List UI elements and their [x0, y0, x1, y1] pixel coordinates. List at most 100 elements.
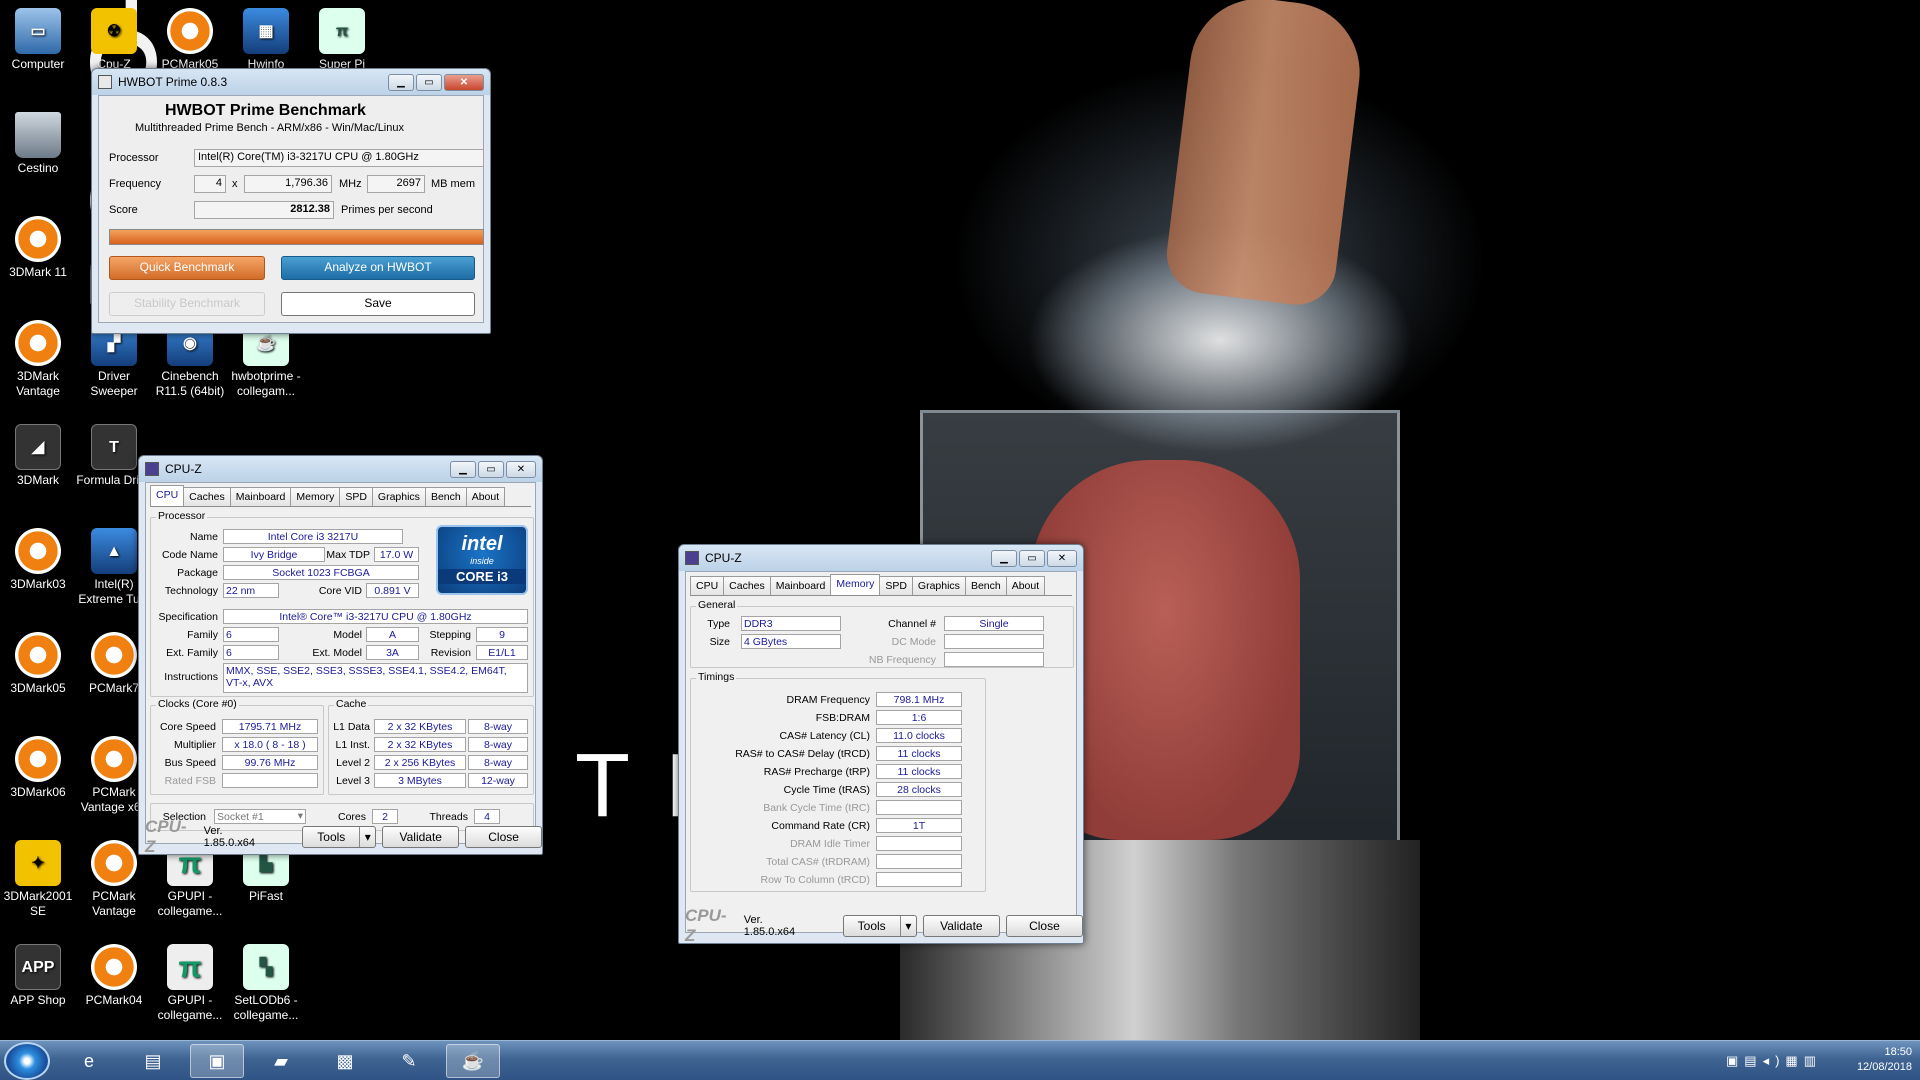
close-button[interactable]: ✕: [506, 460, 536, 478]
desktop-icon[interactable]: ✦ 3DMark2001 SE: [0, 840, 76, 919]
cpuz-version: Ver. 1.85.0.x64: [203, 825, 255, 849]
desktop-icon[interactable]: 3DMark06: [0, 736, 76, 800]
tools-button[interactable]: Tools ▾: [302, 826, 377, 848]
model-label: Model: [333, 629, 362, 641]
stability-benchmark-button[interactable]: Stability Benchmark: [109, 292, 265, 316]
analyze-hwbot-button[interactable]: Analyze on HWBOT: [281, 256, 475, 280]
cpuz-cpu-title: CPU-Z: [165, 462, 202, 476]
codename-field: Ivy Bridge: [223, 547, 325, 562]
desktop-icon[interactable]: Cestino: [0, 112, 76, 176]
java-taskbar-icon[interactable]: ☕: [446, 1044, 500, 1078]
tab-caches[interactable]: Caches: [723, 576, 771, 595]
hwbot-prime-window: HWBOT Prime 0.8.3 ▁ ▭ ✕ HWBOT Prime Benc…: [91, 68, 491, 334]
tab-graphics[interactable]: Graphics: [371, 487, 426, 506]
cpuz-memory-title: CPU-Z: [705, 551, 742, 565]
timing-label: Cycle Time (tRAS): [783, 784, 870, 796]
level2-ways: 8-way: [468, 755, 528, 770]
tab-bench[interactable]: Bench: [964, 576, 1007, 595]
close-app-button[interactable]: Close: [465, 826, 543, 848]
desktop-icon[interactable]: 3DMark05: [0, 632, 76, 696]
computer-icon: ▭: [15, 8, 61, 54]
hwbot-app-icon: [98, 75, 112, 89]
cpuz-taskbar-icon[interactable]: ▣: [190, 1044, 244, 1078]
desktop-icon[interactable]: ◢ 3DMark: [0, 424, 76, 488]
setlod-icon: ▚: [243, 944, 289, 990]
internet-explorer-icon[interactable]: e: [62, 1044, 116, 1078]
dropdown-arrow-icon[interactable]: ▾: [899, 916, 916, 936]
close-app-button[interactable]: Close: [1005, 915, 1083, 937]
multiplier-field: x 18.0 ( 8 - 18 ): [222, 737, 318, 752]
desktop-icon-label: PiFast: [248, 889, 283, 903]
gpuz-icon[interactable]: ▰: [254, 1044, 308, 1078]
minimize-button[interactable]: ▁: [388, 73, 414, 91]
desktop-icon[interactable]: ▚ SetLODb6 - collegame...: [228, 944, 304, 1023]
tdp-field: 17.0 W: [374, 547, 419, 562]
tab-caches[interactable]: Caches: [183, 487, 231, 506]
save-button[interactable]: Save: [281, 292, 475, 316]
maximize-button[interactable]: ▭: [1019, 549, 1045, 567]
close-button[interactable]: ✕: [1047, 549, 1077, 567]
quick-benchmark-button[interactable]: Quick Benchmark: [109, 256, 265, 280]
intel-core-i3-badge: intel inside CORE i3: [436, 525, 528, 595]
cpuz-cpu-window: CPU-Z ▁ ▭ ✕ CPU Caches Mainboard Memory SPD G…: [138, 455, 543, 856]
threads-field: 4: [474, 809, 500, 824]
tray-icons[interactable]: ▣▤◂)▦▥: [1726, 1053, 1822, 1068]
tab-mainboard[interactable]: Mainboard: [769, 576, 832, 595]
paint-icon[interactable]: ✎: [382, 1044, 436, 1078]
tab-about[interactable]: About: [465, 487, 506, 506]
tab-spd[interactable]: SPD: [879, 576, 913, 595]
timing-label: Row To Column (tRCD): [760, 874, 871, 886]
chevron-down-icon[interactable]: ▾: [298, 810, 303, 822]
validate-button[interactable]: Validate: [922, 915, 1000, 937]
minimize-button[interactable]: ▁: [991, 549, 1017, 567]
desktop-icon[interactable]: π GPUPI - collegame...: [152, 944, 228, 1023]
mhz-unit: MHz: [339, 178, 362, 190]
desktop-icon[interactable]: π Super Pi: [304, 8, 380, 72]
tab-mainboard[interactable]: Mainboard: [229, 487, 292, 506]
cpuz-cpu-titlebar[interactable]: CPU-Z ▁ ▭ ✕: [139, 456, 542, 482]
times-label: x: [232, 178, 238, 190]
tab-about[interactable]: About: [1005, 576, 1046, 595]
tab-spd[interactable]: SPD: [339, 487, 373, 506]
tab-graphics[interactable]: Graphics: [911, 576, 966, 595]
l1data-field: 2 x 32 KBytes: [374, 719, 466, 734]
desktop-icon[interactable]: APP APP Shop: [0, 944, 76, 1008]
desktop-icon[interactable]: ☢ Cpu-Z: [76, 8, 152, 72]
desktop-icon-label: 3DMark03: [10, 577, 66, 591]
desktop-icon[interactable]: ▭ Computer: [0, 8, 76, 72]
validate-button[interactable]: Validate: [382, 826, 460, 848]
threads-field: 4: [194, 175, 226, 193]
maximize-button[interactable]: ▭: [416, 73, 442, 91]
cpuz-memory-titlebar[interactable]: CPU-Z ▁ ▭ ✕: [679, 545, 1083, 571]
clock-time[interactable]: 18:50: [1857, 1045, 1912, 1060]
file-explorer-icon[interactable]: ▤: [126, 1044, 180, 1078]
desktop-icon[interactable]: 3DMark03: [0, 528, 76, 592]
socket-select[interactable]: Socket #1 ▾: [214, 809, 306, 824]
close-button[interactable]: ✕: [444, 73, 484, 91]
desktop-icon[interactable]: PCMark04: [76, 944, 152, 1008]
tools-button[interactable]: Tools ▾: [842, 915, 917, 937]
tab-cpu[interactable]: CPU: [690, 576, 725, 595]
clock-date[interactable]: 12/08/2018: [1857, 1060, 1912, 1075]
tab-cpu[interactable]: CPU: [150, 485, 185, 506]
cpuz-logo: CPU-Z: [145, 817, 187, 856]
desktop-icon[interactable]: 3DMark 11: [0, 216, 76, 280]
hwbot-titlebar[interactable]: HWBOT Prime 0.8.3 ▁ ▭ ✕: [92, 69, 490, 95]
l1inst-ways: 8-way: [468, 737, 528, 752]
tab-bench[interactable]: Bench: [424, 487, 467, 506]
dropdown-arrow-icon[interactable]: ▾: [359, 827, 375, 847]
tab-memory[interactable]: Memory: [830, 574, 881, 595]
level3-label: Level 3: [336, 775, 370, 787]
desktop-icon[interactable]: PCMark05: [152, 8, 228, 72]
desktop-icon[interactable]: ▦ Hwinfo: [228, 8, 304, 72]
desktop-icon[interactable]: 3DMark Vantage: [0, 320, 76, 399]
maximize-button[interactable]: ▭: [478, 460, 504, 478]
cpuz-cpu-bottombar: CPU-Z Ver. 1.85.0.x64 Tools ▾ Validate C…: [139, 817, 543, 856]
hwinfo-taskbar-icon[interactable]: ▩: [318, 1044, 372, 1078]
tab-memory[interactable]: Memory: [290, 487, 341, 506]
minimize-button[interactable]: ▁: [450, 460, 476, 478]
family-field: 6: [223, 627, 279, 642]
core-i3-text: CORE i3: [438, 569, 526, 584]
start-button[interactable]: [4, 1042, 50, 1080]
cpuz-icon: ☢: [91, 8, 137, 54]
